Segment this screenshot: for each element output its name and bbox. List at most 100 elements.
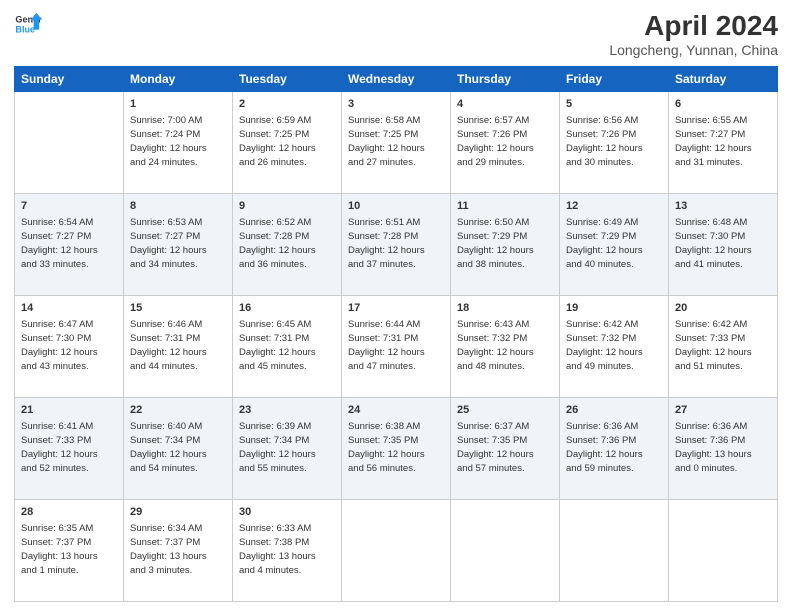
day-number: 8 [130,199,226,214]
col-tuesday: Tuesday [233,67,342,92]
cell-info: Sunrise: 6:50 AMSunset: 7:29 PMDaylight:… [457,216,553,271]
cell-info: Sunrise: 6:49 AMSunset: 7:29 PMDaylight:… [566,216,662,271]
cell-info: Sunrise: 6:58 AMSunset: 7:25 PMDaylight:… [348,114,444,169]
cell-info: Sunrise: 6:57 AMSunset: 7:26 PMDaylight:… [457,114,553,169]
calendar-cell: 1 Sunrise: 7:00 AMSunset: 7:24 PMDaylight… [124,92,233,194]
day-number: 25 [457,403,553,418]
day-number: 12 [566,199,662,214]
calendar-cell: 12 Sunrise: 6:49 AMSunset: 7:29 PMDayligh… [560,194,669,296]
cell-info: Sunrise: 6:43 AMSunset: 7:32 PMDaylight:… [457,318,553,373]
week-row-3: 14 Sunrise: 6:47 AMSunset: 7:30 PMDayligh… [15,296,778,398]
week-row-2: 7 Sunrise: 6:54 AMSunset: 7:27 PMDaylight… [15,194,778,296]
col-thursday: Thursday [451,67,560,92]
day-number: 13 [675,199,771,214]
day-number: 20 [675,301,771,316]
calendar-cell: 16 Sunrise: 6:45 AMSunset: 7:31 PMDayligh… [233,296,342,398]
cell-info: Sunrise: 6:48 AMSunset: 7:30 PMDaylight:… [675,216,771,271]
header-row: Sunday Monday Tuesday Wednesday Thursday… [15,67,778,92]
day-number: 22 [130,403,226,418]
cell-info: Sunrise: 6:40 AMSunset: 7:34 PMDaylight:… [130,420,226,475]
calendar-cell: 5 Sunrise: 6:56 AMSunset: 7:26 PMDaylight… [560,92,669,194]
week-row-1: 1 Sunrise: 7:00 AMSunset: 7:24 PMDaylight… [15,92,778,194]
day-number: 19 [566,301,662,316]
calendar-cell: 2Sunrise: 6:59 AMSunset: 7:25 PMDaylight… [233,92,342,194]
logo: General Blue [14,10,42,38]
calendar-cell: 8 Sunrise: 6:53 AMSunset: 7:27 PMDaylight… [124,194,233,296]
day-number: 24 [348,403,444,418]
day-number: 26 [566,403,662,418]
week-row-4: 21 Sunrise: 6:41 AMSunset: 7:33 PMDayligh… [15,398,778,500]
cell-info: Sunrise: 6:42 AMSunset: 7:32 PMDaylight:… [566,318,662,373]
col-monday: Monday [124,67,233,92]
calendar-table: Sunday Monday Tuesday Wednesday Thursday… [14,66,778,602]
calendar-cell: 10Sunrise: 6:51 AMSunset: 7:28 PMDayligh… [342,194,451,296]
calendar-cell: 15 Sunrise: 6:46 AMSunset: 7:31 PMDayligh… [124,296,233,398]
day-number: 16 [239,301,335,316]
day-number: 15 [130,301,226,316]
day-number: 27 [675,403,771,418]
calendar-cell: 22 Sunrise: 6:40 AMSunset: 7:34 PMDayligh… [124,398,233,500]
day-number: 28 [21,505,117,520]
subtitle: Longcheng, Yunnan, China [609,42,778,58]
cell-info: Sunrise: 6:34 AMSunset: 7:37 PMDaylight:… [130,522,226,577]
calendar-cell: 4 Sunrise: 6:57 AMSunset: 7:26 PMDaylight… [451,92,560,194]
cell-info: Sunrise: 6:59 AMSunset: 7:25 PMDaylight:… [239,114,335,169]
week-row-5: 28 Sunrise: 6:35 AMSunset: 7:37 PMDayligh… [15,500,778,602]
cell-info: Sunrise: 6:46 AMSunset: 7:31 PMDaylight:… [130,318,226,373]
calendar-cell: 6 Sunrise: 6:55 AMSunset: 7:27 PMDaylight… [669,92,778,194]
day-number: 21 [21,403,117,418]
calendar-cell [451,500,560,602]
calendar-cell: 27Sunrise: 6:36 AMSunset: 7:36 PMDayligh… [669,398,778,500]
cell-info: Sunrise: 6:36 AMSunset: 7:36 PMDaylight:… [566,420,662,475]
calendar-cell: 25 Sunrise: 6:37 AMSunset: 7:35 PMDayligh… [451,398,560,500]
col-saturday: Saturday [669,67,778,92]
col-friday: Friday [560,67,669,92]
calendar-cell: 28 Sunrise: 6:35 AMSunset: 7:37 PMDayligh… [15,500,124,602]
calendar-cell: 11 Sunrise: 6:50 AMSunset: 7:29 PMDayligh… [451,194,560,296]
day-number: 1 [130,97,226,112]
day-number: 29 [130,505,226,520]
day-number: 5 [566,97,662,112]
logo-icon: General Blue [14,10,42,38]
main-title: April 2024 [609,10,778,42]
day-number: 3 [348,97,444,112]
cell-info: Sunrise: 6:45 AMSunset: 7:31 PMDaylight:… [239,318,335,373]
cell-info: Sunrise: 6:53 AMSunset: 7:27 PMDaylight:… [130,216,226,271]
cell-info: Sunrise: 6:44 AMSunset: 7:31 PMDaylight:… [348,318,444,373]
cell-info: Sunrise: 6:47 AMSunset: 7:30 PMDaylight:… [21,318,117,373]
day-number: 6 [675,97,771,112]
page-header: General Blue April 2024 Longcheng, Yunna… [14,10,778,58]
col-sunday: Sunday [15,67,124,92]
calendar-cell: 24 Sunrise: 6:38 AMSunset: 7:35 PMDayligh… [342,398,451,500]
day-number: 23 [239,403,335,418]
title-block: April 2024 Longcheng, Yunnan, China [609,10,778,58]
calendar-cell: 13 Sunrise: 6:48 AMSunset: 7:30 PMDayligh… [669,194,778,296]
day-number: 11 [457,199,553,214]
day-number: 4 [457,97,553,112]
calendar-cell: 17 Sunrise: 6:44 AMSunset: 7:31 PMDayligh… [342,296,451,398]
calendar-cell [560,500,669,602]
calendar-cell [342,500,451,602]
calendar-cell: 3 Sunrise: 6:58 AMSunset: 7:25 PMDaylight… [342,92,451,194]
cell-info: Sunrise: 6:55 AMSunset: 7:27 PMDaylight:… [675,114,771,169]
day-number: 14 [21,301,117,316]
day-number: 30 [239,505,335,520]
calendar-cell [15,92,124,194]
calendar-cell: 29 Sunrise: 6:34 AMSunset: 7:37 PMDayligh… [124,500,233,602]
day-number: 17 [348,301,444,316]
cell-info: Sunrise: 6:56 AMSunset: 7:26 PMDaylight:… [566,114,662,169]
cell-info: Sunrise: 6:41 AMSunset: 7:33 PMDaylight:… [21,420,117,475]
cell-info: Sunrise: 6:37 AMSunset: 7:35 PMDaylight:… [457,420,553,475]
calendar-cell: 7 Sunrise: 6:54 AMSunset: 7:27 PMDaylight… [15,194,124,296]
calendar-cell: 26 Sunrise: 6:36 AMSunset: 7:36 PMDayligh… [560,398,669,500]
cell-info: Sunrise: 6:54 AMSunset: 7:27 PMDaylight:… [21,216,117,271]
cell-info: Sunrise: 6:39 AMSunset: 7:34 PMDaylight:… [239,420,335,475]
calendar-cell: 18Sunrise: 6:43 AMSunset: 7:32 PMDayligh… [451,296,560,398]
day-number: 7 [21,199,117,214]
cell-info: Sunrise: 6:35 AMSunset: 7:37 PMDaylight:… [21,522,117,577]
cell-info: Sunrise: 6:42 AMSunset: 7:33 PMDaylight:… [675,318,771,373]
day-number: 10 [348,199,444,214]
cell-info: Sunrise: 7:00 AMSunset: 7:24 PMDaylight:… [130,114,226,169]
col-wednesday: Wednesday [342,67,451,92]
cell-info: Sunrise: 6:38 AMSunset: 7:35 PMDaylight:… [348,420,444,475]
